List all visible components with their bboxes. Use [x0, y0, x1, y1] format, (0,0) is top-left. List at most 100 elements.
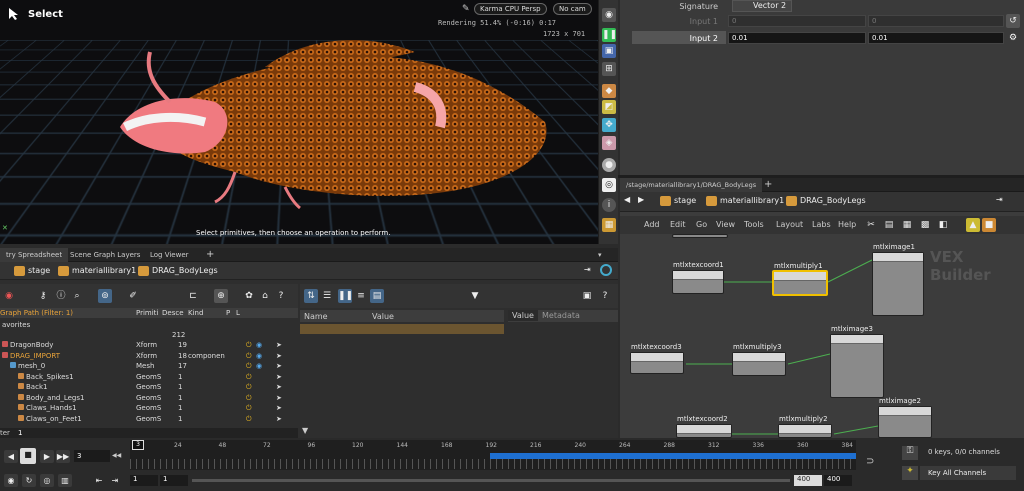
settings-icon[interactable]: ✿ — [242, 289, 256, 303]
step-end-icon[interactable]: ▶▶ — [56, 450, 70, 463]
info-filter-icon[interactable]: ⓘ — [54, 289, 68, 303]
tab-spreadsheet[interactable]: try Spreadsheet — [0, 248, 68, 262]
light-icon[interactable]: ◆ — [602, 84, 616, 98]
hierarchy-icon[interactable]: ⚷ — [36, 289, 50, 303]
add-network-tab-icon[interactable]: + — [758, 178, 778, 192]
col-desc[interactable]: Desce — [162, 309, 184, 317]
col-p[interactable]: P — [226, 309, 230, 317]
box-icon[interactable]: ■ — [982, 218, 996, 232]
next-key-icon[interactable]: ⇥ — [108, 474, 122, 487]
tree-row[interactable]: Back1 GeomS 1 ⏻ ➤ — [0, 382, 298, 392]
eye-filter-icon[interactable]: ◉ — [2, 289, 16, 303]
key-all-button[interactable]: Key All Channels — [920, 466, 1016, 480]
play-reverse-icon[interactable]: ◀ — [4, 450, 18, 463]
input2-x-field[interactable]: 0.01 — [728, 32, 866, 44]
visibility-icon[interactable]: ◉ — [256, 361, 262, 371]
menu-add[interactable]: Add — [644, 220, 660, 229]
home-icon[interactable]: ⌂ — [258, 289, 272, 303]
sticky-icon[interactable]: ▲ — [966, 218, 980, 232]
menu-help[interactable]: Help — [838, 220, 856, 229]
menu-tools[interactable]: Tools — [744, 220, 764, 229]
keys-icon[interactable]: ⚿ — [902, 446, 918, 460]
list-icon[interactable]: ☰ — [320, 289, 334, 303]
start-frame-field-2[interactable]: 1 — [160, 475, 188, 486]
favorites-row[interactable]: avorites — [2, 320, 30, 330]
select-prim-icon[interactable]: ➤ — [276, 382, 282, 392]
input2-y-field[interactable]: 0.01 — [868, 32, 1004, 44]
renderer-menu[interactable]: Karma CPU Persp — [474, 3, 547, 15]
col-value[interactable]: Value — [372, 312, 394, 321]
step-back-icon[interactable]: ◀◀ — [112, 452, 121, 459]
filter-bar-value[interactable]: 1 — [18, 429, 22, 437]
add-tab-icon[interactable]: + — [200, 248, 220, 262]
active-toggle-icon[interactable]: ⏻ — [246, 403, 252, 413]
menu-edit[interactable]: Edit — [670, 220, 686, 229]
material-icon[interactable]: ◈ — [602, 136, 616, 150]
tab-metadata[interactable]: Metadata — [542, 311, 580, 320]
col-prim[interactable]: Primiti — [136, 309, 158, 317]
target-icon[interactable]: ⊕ — [214, 289, 228, 303]
layout-icon[interactable]: ▦ — [900, 218, 914, 232]
help-icon[interactable]: ? — [274, 289, 288, 303]
draw-icon[interactable]: ✐ — [126, 289, 140, 303]
attr-selected-row[interactable] — [300, 324, 504, 334]
tree-row[interactable]: Claws_on_Feet1 GeomS 1 ⏻ ➤ — [0, 414, 298, 424]
info-icon[interactable]: i — [602, 198, 616, 212]
net-crumb-drag-bodylegs[interactable]: DRAG_BodyLegs — [786, 195, 866, 207]
nodes-icon[interactable]: ◧ — [936, 218, 950, 232]
current-frame-field[interactable]: 3 — [74, 450, 110, 462]
active-toggle-icon[interactable]: ⏻ — [246, 414, 252, 424]
menu-view[interactable]: View — [716, 220, 735, 229]
select-prim-icon[interactable]: ➤ — [276, 351, 282, 361]
filter-icon[interactable]: ▼ — [468, 289, 482, 303]
grid-icon[interactable]: ▦ — [602, 218, 616, 232]
graph-icon[interactable]: ▤ — [370, 289, 384, 303]
range-icon[interactable]: ▥ — [58, 474, 72, 487]
frame-marker[interactable]: 3 — [132, 440, 144, 450]
tab-log-viewer[interactable]: Log Viewer — [144, 248, 195, 262]
tab-value[interactable]: Value — [508, 310, 538, 321]
active-toggle-icon[interactable]: ⏻ — [246, 382, 252, 392]
key-all-icon[interactable]: ✦ — [902, 466, 918, 480]
active-toggle-icon[interactable]: ⏻ — [246, 393, 252, 403]
forward-arrow-icon[interactable]: ▶ — [638, 195, 644, 204]
pane-menu-icon[interactable]: ▾ — [592, 248, 608, 262]
select-prim-icon[interactable]: ➤ — [276, 340, 282, 350]
pen-icon[interactable]: ✎ — [462, 4, 472, 14]
node-mtlxmultiply2[interactable]: mtlxmultiply2 — [778, 424, 832, 438]
magnet-icon[interactable]: ⊃ — [866, 456, 880, 470]
net-crumb-stage[interactable]: stage — [660, 195, 696, 207]
net-crumb-materiallibrary1[interactable]: materiallibrary1 — [706, 195, 784, 207]
rows-icon[interactable]: ≡ — [354, 289, 368, 303]
select-prim-icon[interactable]: ➤ — [276, 372, 282, 382]
view-mode-icon[interactable]: ⇅ — [304, 289, 318, 303]
scene-viewport[interactable]: Select ✎ Karma CPU Persp No cam Renderin… — [0, 0, 598, 244]
node-mtlximage1[interactable]: mtlximage1 — [872, 252, 924, 316]
input1-reset-icon[interactable]: ↺ — [1006, 14, 1020, 28]
select-prim-icon[interactable]: ➤ — [276, 361, 282, 371]
menu-labs[interactable]: Labs — [812, 220, 831, 229]
camera-menu[interactable]: No cam — [553, 3, 592, 15]
attr-filter-icon[interactable]: ▼ — [302, 426, 308, 435]
tree-row[interactable]: Claws_Hands1 GeomS 1 ⏻ ➤ — [0, 403, 298, 413]
crumb-drag-bodylegs[interactable]: DRAG_BodyLegs — [138, 265, 218, 277]
partial-node-top[interactable] — [672, 234, 728, 238]
tab-scene-graph-layers[interactable]: Scene Graph Layers — [64, 248, 146, 262]
node-mtlximage2[interactable]: mtlximage2 — [878, 406, 932, 438]
tree-row[interactable]: Body_and_Legs1 GeomS 1 ⏻ ➤ — [0, 393, 298, 403]
input1-x-field[interactable]: 0 — [728, 15, 866, 27]
select-prim-icon[interactable]: ➤ — [276, 403, 282, 413]
end-frame-field-2[interactable]: 400 — [824, 475, 852, 486]
pin-icon[interactable]: ⇥ — [584, 265, 591, 274]
wrench-icon[interactable]: ✂ — [864, 218, 878, 232]
signature-select[interactable]: Vector 2 — [732, 0, 792, 12]
collection-icon[interactable]: ⊚ — [98, 289, 112, 303]
node-mtlxtexcoord3[interactable]: mtlxtexcoord3 — [630, 352, 684, 374]
bounds-icon[interactable]: ⊏ — [186, 289, 200, 303]
crumb-stage[interactable]: stage — [14, 265, 50, 277]
columns-icon[interactable]: ❚❚ — [338, 289, 352, 303]
grid-view-icon[interactable]: ▩ — [918, 218, 932, 232]
start-frame-field[interactable]: 1 — [130, 475, 158, 486]
input1-y-field[interactable]: 0 — [868, 15, 1004, 27]
node-mtlxmultiply1[interactable]: mtlxmultiply1 — [772, 270, 828, 296]
